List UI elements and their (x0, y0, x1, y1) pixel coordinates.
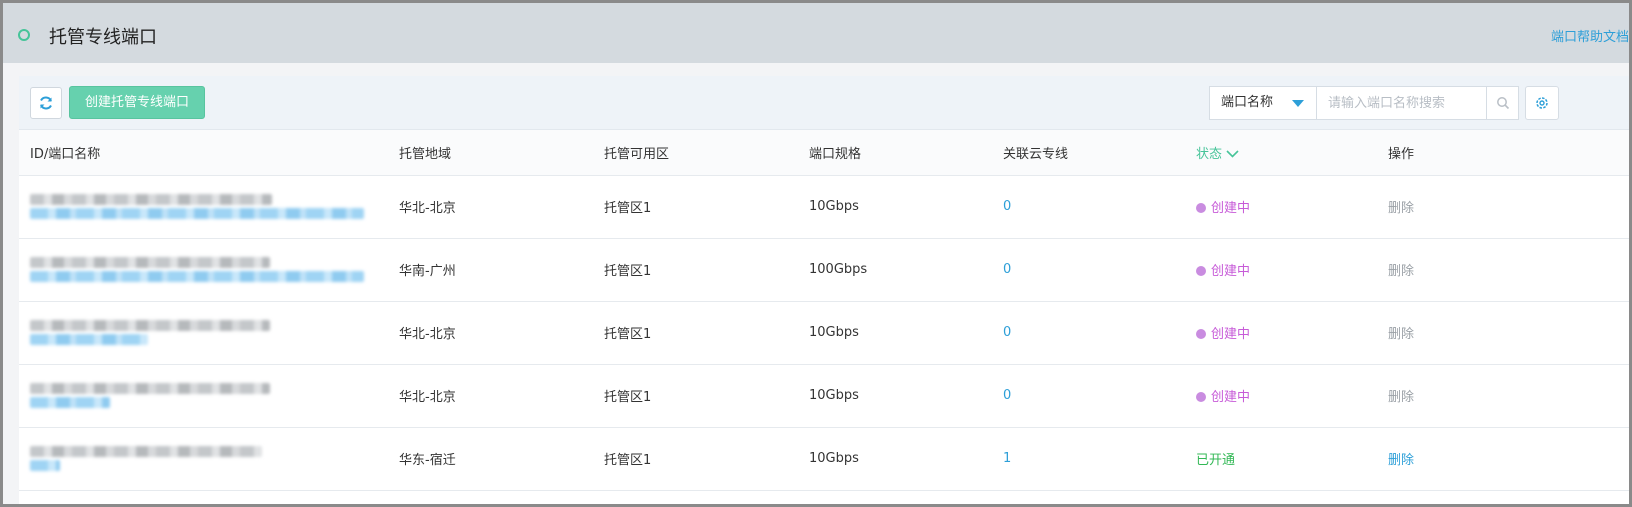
table-row: 华南-广州 托管区1 100Gbps 0 创建中 删除 (19, 238, 1629, 301)
port-table: ID/端口名称 托管地域 托管可用区 端口规格 关联云专线 状态 操作 华北-北… (19, 130, 1629, 491)
toolbar: 创建托管专线端口 端口名称 (19, 76, 1629, 130)
status-dot-icon (1196, 329, 1206, 339)
table-row: 华东-宿迁 托管区1 10Gbps 1 已开通 删除 (19, 427, 1629, 490)
redacted-port-name-link[interactable] (30, 334, 148, 345)
col-header-actions: 操作 (1388, 130, 1629, 176)
cell-status: 创建中 (1196, 238, 1388, 301)
redacted-port-name-link[interactable] (30, 271, 364, 282)
redacted-id-name (19, 175, 399, 238)
redacted-id-name (19, 238, 399, 301)
cell-zone: 托管区1 (604, 201, 652, 216)
status-filter-label[interactable]: 状态 (1196, 147, 1222, 162)
delete-action-disabled: 删除 (1388, 264, 1415, 279)
app-frame: 托管专线端口 端口帮助文档 创建托管专线端口 端口名称 请输入端口名称搜索 ID… (0, 0, 1632, 507)
delete-action-disabled: 删除 (1388, 390, 1415, 405)
col-header-id-name: ID/端口名称 (19, 130, 399, 176)
status-text: 创建中 (1211, 201, 1251, 216)
cell-status: 已开通 (1196, 453, 1236, 468)
page-header: 托管专线端口 端口帮助文档 (3, 3, 1629, 63)
cell-spec: 100Gbps (809, 262, 868, 277)
chevron-down-icon[interactable] (1226, 150, 1239, 158)
cell-zone: 托管区1 (604, 453, 652, 468)
search-input[interactable] (1317, 86, 1487, 120)
cell-region: 华北-北京 (399, 390, 456, 405)
cell-region: 华东-宿迁 (399, 453, 456, 468)
search-icon (1496, 97, 1509, 110)
cell-status: 创建中 (1196, 175, 1388, 238)
redacted-id (30, 194, 272, 205)
help-doc-link[interactable]: 端口帮助文档 (1551, 26, 1629, 45)
cell-spec: 10Gbps (809, 451, 859, 466)
col-header-status[interactable]: 状态 (1196, 130, 1388, 176)
create-port-button[interactable]: 创建托管专线端口 (69, 86, 205, 119)
col-header-linked: 关联云专线 (1003, 130, 1196, 176)
settings-button[interactable] (1525, 86, 1559, 120)
cell-spec: 10Gbps (809, 199, 859, 214)
redacted-port-name-link[interactable] (30, 397, 110, 408)
redacted-id-name (19, 364, 399, 427)
gear-icon (1536, 97, 1548, 109)
delete-action[interactable]: 删除 (1388, 427, 1629, 490)
redacted-port-name-link[interactable] (30, 208, 364, 219)
redacted-port-name-link[interactable] (30, 460, 60, 471)
cell-zone: 托管区1 (604, 390, 652, 405)
table-row: 华北-北京 托管区1 10Gbps 0 创建中 删除 (19, 364, 1629, 427)
delete-action-disabled: 删除 (1388, 327, 1415, 342)
refresh-icon (40, 96, 52, 110)
cell-zone: 托管区1 (604, 327, 652, 342)
redacted-id (30, 257, 270, 268)
delete-action-disabled: 删除 (1388, 201, 1415, 216)
col-header-spec: 端口规格 (809, 130, 1003, 176)
table-header-row: ID/端口名称 托管地域 托管可用区 端口规格 关联云专线 状态 操作 (19, 130, 1629, 176)
status-dot-icon (1196, 203, 1206, 213)
search-button[interactable] (1487, 86, 1519, 120)
caret-down-icon (1292, 100, 1304, 107)
cell-spec: 10Gbps (809, 325, 859, 340)
status-dot-icon (1196, 392, 1206, 402)
search-field-selected: 端口名称 (1221, 95, 1274, 110)
status-dot-icon (1196, 266, 1206, 276)
cell-linked-count[interactable]: 0 (1003, 301, 1196, 364)
cell-region: 华南-广州 (399, 264, 456, 279)
search-field-select[interactable]: 端口名称 (1209, 86, 1317, 120)
cell-status: 创建中 (1196, 301, 1388, 364)
cell-region: 华北-北京 (399, 201, 456, 216)
col-header-zone: 托管可用区 (604, 130, 809, 176)
cell-linked-count[interactable]: 0 (1003, 364, 1196, 427)
redacted-id-name (19, 301, 399, 364)
cell-region: 华北-北京 (399, 327, 456, 342)
cell-status: 创建中 (1196, 364, 1388, 427)
search-group: 端口名称 (1209, 86, 1519, 120)
table-row: 华北-北京 托管区1 10Gbps 0 创建中 删除 (19, 175, 1629, 238)
cell-linked-count[interactable]: 0 (1003, 238, 1196, 301)
status-text: 创建中 (1211, 390, 1251, 405)
table-row: 华北-北京 托管区1 10Gbps 0 创建中 删除 (19, 301, 1629, 364)
status-text: 创建中 (1211, 264, 1251, 279)
col-header-region: 托管地域 (399, 130, 604, 176)
redacted-id (30, 320, 270, 331)
cell-zone: 托管区1 (604, 264, 652, 279)
main-panel: 创建托管专线端口 端口名称 请输入端口名称搜索 ID/端口名称 托管地域 托管可… (19, 76, 1629, 504)
cell-linked-count[interactable]: 0 (1003, 175, 1196, 238)
redacted-id (30, 446, 262, 457)
cell-linked-count[interactable]: 1 (1003, 427, 1196, 490)
status-text: 创建中 (1211, 327, 1251, 342)
redacted-id (30, 383, 270, 394)
refresh-button[interactable] (30, 87, 62, 119)
redacted-id-name (19, 427, 399, 490)
page-title: 托管专线端口 (49, 27, 157, 48)
circle-status-icon (18, 29, 30, 41)
cell-spec: 10Gbps (809, 388, 859, 403)
